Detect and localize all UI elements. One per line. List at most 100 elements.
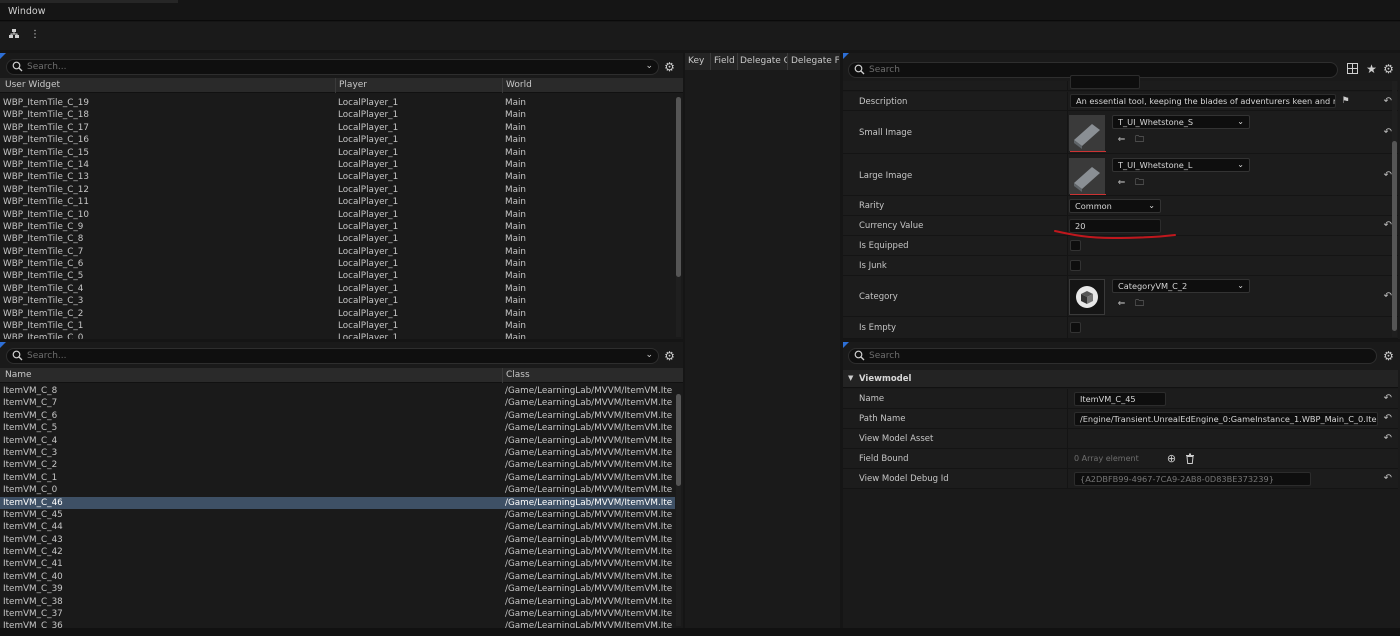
list-item[interactable]: ItemVM_C_39/Game/LearningLab/MVVM/ItemVM… — [0, 583, 675, 595]
widget-scrollbar[interactable] — [676, 97, 681, 337]
vm-path-field[interactable]: /Engine/Transient.UnrealEdEngine_0:GameI… — [1074, 412, 1378, 426]
viewmodel-search[interactable]: ⌄ — [6, 348, 659, 364]
table-row[interactable]: WBP_ItemTile_C_5 LocalPlayer_1 Main — [0, 270, 675, 282]
description-field[interactable]: An essential tool, keeping the blades of… — [1070, 94, 1336, 108]
table-row[interactable]: WBP_ItemTile_C_0 LocalPlayer_1 Main — [0, 332, 675, 339]
reset-icon[interactable]: ↶ — [1384, 413, 1392, 424]
table-row[interactable]: WBP_ItemTile_C_19 LocalPlayer_1 Main — [0, 97, 675, 109]
table-row[interactable]: WBP_ItemTile_C_8 LocalPlayer_1 Main — [0, 233, 675, 245]
viewmodel-search-input[interactable] — [27, 349, 638, 363]
list-item[interactable]: ItemVM_C_0/Game/LearningLab/MVVM/ItemVM.… — [0, 484, 675, 496]
gear-icon[interactable]: ⚙ — [663, 350, 676, 363]
category-thumbnail[interactable] — [1069, 279, 1105, 315]
list-item[interactable]: ItemVM_C_4/Game/LearningLab/MVVM/ItemVM.… — [0, 435, 675, 447]
add-element-icon[interactable]: ⊕ — [1166, 453, 1177, 464]
table-row[interactable]: WBP_ItemTile_C_13 LocalPlayer_1 Main — [0, 171, 675, 183]
col-player[interactable]: Player — [339, 80, 367, 90]
col-user-widget[interactable]: User Widget — [5, 80, 60, 90]
reset-icon[interactable]: ↶ — [1384, 170, 1392, 181]
small-image-combo[interactable]: T_UI_Whetstone_S ⌄ — [1112, 115, 1250, 129]
table-row[interactable]: WBP_ItemTile_C_7 LocalPlayer_1 Main — [0, 246, 675, 258]
list-item[interactable]: ItemVM_C_5/Game/LearningLab/MVVM/ItemVM.… — [0, 422, 675, 434]
widget-search[interactable]: ⌄ — [6, 59, 659, 75]
gear-icon[interactable]: ⚙ — [663, 61, 676, 74]
vm-details-search[interactable] — [848, 348, 1377, 364]
browse-folder-icon[interactable]: 🗀 — [1134, 135, 1145, 146]
use-selected-icon[interactable]: ⇐ — [1116, 178, 1127, 189]
list-item[interactable]: ItemVM_C_44/Game/LearningLab/MVVM/ItemVM… — [0, 521, 675, 533]
table-row[interactable]: WBP_ItemTile_C_10 LocalPlayer_1 Main — [0, 209, 675, 221]
details-scrollbar[interactable] — [1392, 81, 1397, 337]
list-item[interactable]: ItemVM_C_2/Game/LearningLab/MVVM/ItemVM.… — [0, 459, 675, 471]
localization-flag-icon[interactable]: ⚑ — [1340, 96, 1351, 107]
is-empty-checkbox[interactable] — [1070, 322, 1081, 333]
table-row[interactable]: WBP_ItemTile_C_17 LocalPlayer_1 Main — [0, 122, 675, 134]
list-item[interactable]: ItemVM_C_45/Game/LearningLab/MVVM/ItemVM… — [0, 509, 675, 521]
col-name[interactable]: Name — [5, 370, 32, 380]
list-item[interactable]: ItemVM_C_8/Game/LearningLab/MVVM/ItemVM.… — [0, 385, 675, 397]
viewmodel-section-header[interactable]: ▼ Viewmodel — [843, 370, 1398, 388]
table-row[interactable]: WBP_ItemTile_C_16 LocalPlayer_1 Main — [0, 134, 675, 146]
star-icon[interactable]: ★ — [1365, 63, 1378, 76]
hierarchy-icon[interactable] — [7, 28, 21, 42]
large-image-thumbnail[interactable] — [1069, 158, 1106, 195]
use-selected-icon[interactable]: ⇐ — [1116, 135, 1127, 146]
rarity-combo[interactable]: Common ⌄ — [1069, 199, 1161, 213]
reset-icon[interactable]: ↶ — [1384, 433, 1392, 444]
table-row[interactable]: WBP_ItemTile_C_12 LocalPlayer_1 Main — [0, 184, 675, 196]
table-row[interactable]: WBP_ItemTile_C_9 LocalPlayer_1 Main — [0, 221, 675, 233]
gear-icon[interactable]: ⚙ — [1382, 63, 1395, 76]
list-item[interactable]: ItemVM_C_3/Game/LearningLab/MVVM/ItemVM.… — [0, 447, 675, 459]
use-selected-icon[interactable]: ⇐ — [1116, 299, 1127, 310]
col-world[interactable]: World — [506, 80, 532, 90]
grid-view-icon[interactable] — [1346, 63, 1359, 76]
list-item[interactable]: ItemVM_C_1/Game/LearningLab/MVVM/ItemVM.… — [0, 472, 675, 484]
reset-icon[interactable]: ↶ — [1384, 220, 1392, 231]
list-item[interactable]: ItemVM_C_36/Game/LearningLab/MVVM/ItemVM… — [0, 620, 675, 628]
table-row[interactable]: WBP_ItemTile_C_6 LocalPlayer_1 Main — [0, 258, 675, 270]
list-item[interactable]: ItemVM_C_7/Game/LearningLab/MVVM/ItemVM.… — [0, 397, 675, 409]
col-delegate-c[interactable]: Delegate C — [740, 56, 788, 66]
reset-icon[interactable]: ↶ — [1384, 127, 1392, 138]
kebab-menu-icon[interactable]: ⋮ — [28, 28, 42, 42]
list-item[interactable]: ItemVM_C_38/Game/LearningLab/MVVM/ItemVM… — [0, 596, 675, 608]
category-combo[interactable]: CategoryVM_C_2 ⌄ — [1112, 279, 1250, 293]
reset-icon[interactable]: ↶ — [1384, 473, 1392, 484]
reset-icon[interactable]: ↶ — [1384, 96, 1392, 107]
table-row[interactable]: WBP_ItemTile_C_15 LocalPlayer_1 Main — [0, 147, 675, 159]
list-item[interactable]: ItemVM_C_41/Game/LearningLab/MVVM/ItemVM… — [0, 558, 675, 570]
gear-icon[interactable]: ⚙ — [1382, 350, 1395, 363]
chevron-down-icon[interactable]: ⌄ — [645, 61, 653, 71]
vm-name-field[interactable]: ItemVM_C_45 — [1074, 392, 1166, 406]
reset-icon[interactable]: ↶ — [1384, 393, 1392, 404]
table-row[interactable]: WBP_ItemTile_C_4 LocalPlayer_1 Main — [0, 283, 675, 295]
table-row[interactable]: WBP_ItemTile_C_14 LocalPlayer_1 Main — [0, 159, 675, 171]
table-row[interactable]: WBP_ItemTile_C_18 LocalPlayer_1 Main — [0, 109, 675, 121]
vm-details-search-input[interactable] — [869, 349, 1356, 363]
col-delegate-f[interactable]: Delegate F — [791, 56, 839, 66]
browse-folder-icon[interactable]: 🗀 — [1134, 299, 1145, 310]
list-item[interactable]: ItemVM_C_37/Game/LearningLab/MVVM/ItemVM… — [0, 608, 675, 620]
viewmodel-scrollbar[interactable] — [676, 394, 681, 626]
list-item[interactable]: ItemVM_C_43/Game/LearningLab/MVVM/ItemVM… — [0, 534, 675, 546]
table-row[interactable]: WBP_ItemTile_C_1 LocalPlayer_1 Main — [0, 320, 675, 332]
table-row[interactable]: WBP_ItemTile_C_2 LocalPlayer_1 Main — [0, 308, 675, 320]
list-item[interactable]: ItemVM_C_6/Game/LearningLab/MVVM/ItemVM.… — [0, 410, 675, 422]
table-row[interactable]: WBP_ItemTile_C_3 LocalPlayer_1 Main — [0, 295, 675, 307]
col-class[interactable]: Class — [506, 370, 530, 380]
expand-arrow-icon[interactable]: ▼ — [848, 374, 853, 382]
is-junk-checkbox[interactable] — [1070, 260, 1081, 271]
small-image-thumbnail[interactable] — [1069, 115, 1106, 152]
col-key[interactable]: Key — [688, 56, 710, 66]
vm-debug-field[interactable]: {A2DBFB99-4967-7CA9-2AB8-0D83BE373239} — [1074, 472, 1311, 486]
trash-icon[interactable] — [1184, 453, 1195, 464]
list-item[interactable]: ItemVM_C_42/Game/LearningLab/MVVM/ItemVM… — [0, 546, 675, 558]
reset-icon[interactable]: ↶ — [1384, 291, 1392, 302]
col-field[interactable]: Field — [714, 56, 738, 66]
list-item[interactable]: ItemVM_C_46/Game/LearningLab/MVVM/ItemVM… — [0, 496, 675, 509]
menu-window[interactable]: Window — [8, 6, 45, 17]
large-image-combo[interactable]: T_UI_Whetstone_L ⌄ — [1112, 158, 1250, 172]
chevron-down-icon[interactable]: ⌄ — [645, 350, 653, 360]
list-item[interactable]: ItemVM_C_40/Game/LearningLab/MVVM/ItemVM… — [0, 571, 675, 583]
widget-search-input[interactable] — [27, 60, 638, 74]
